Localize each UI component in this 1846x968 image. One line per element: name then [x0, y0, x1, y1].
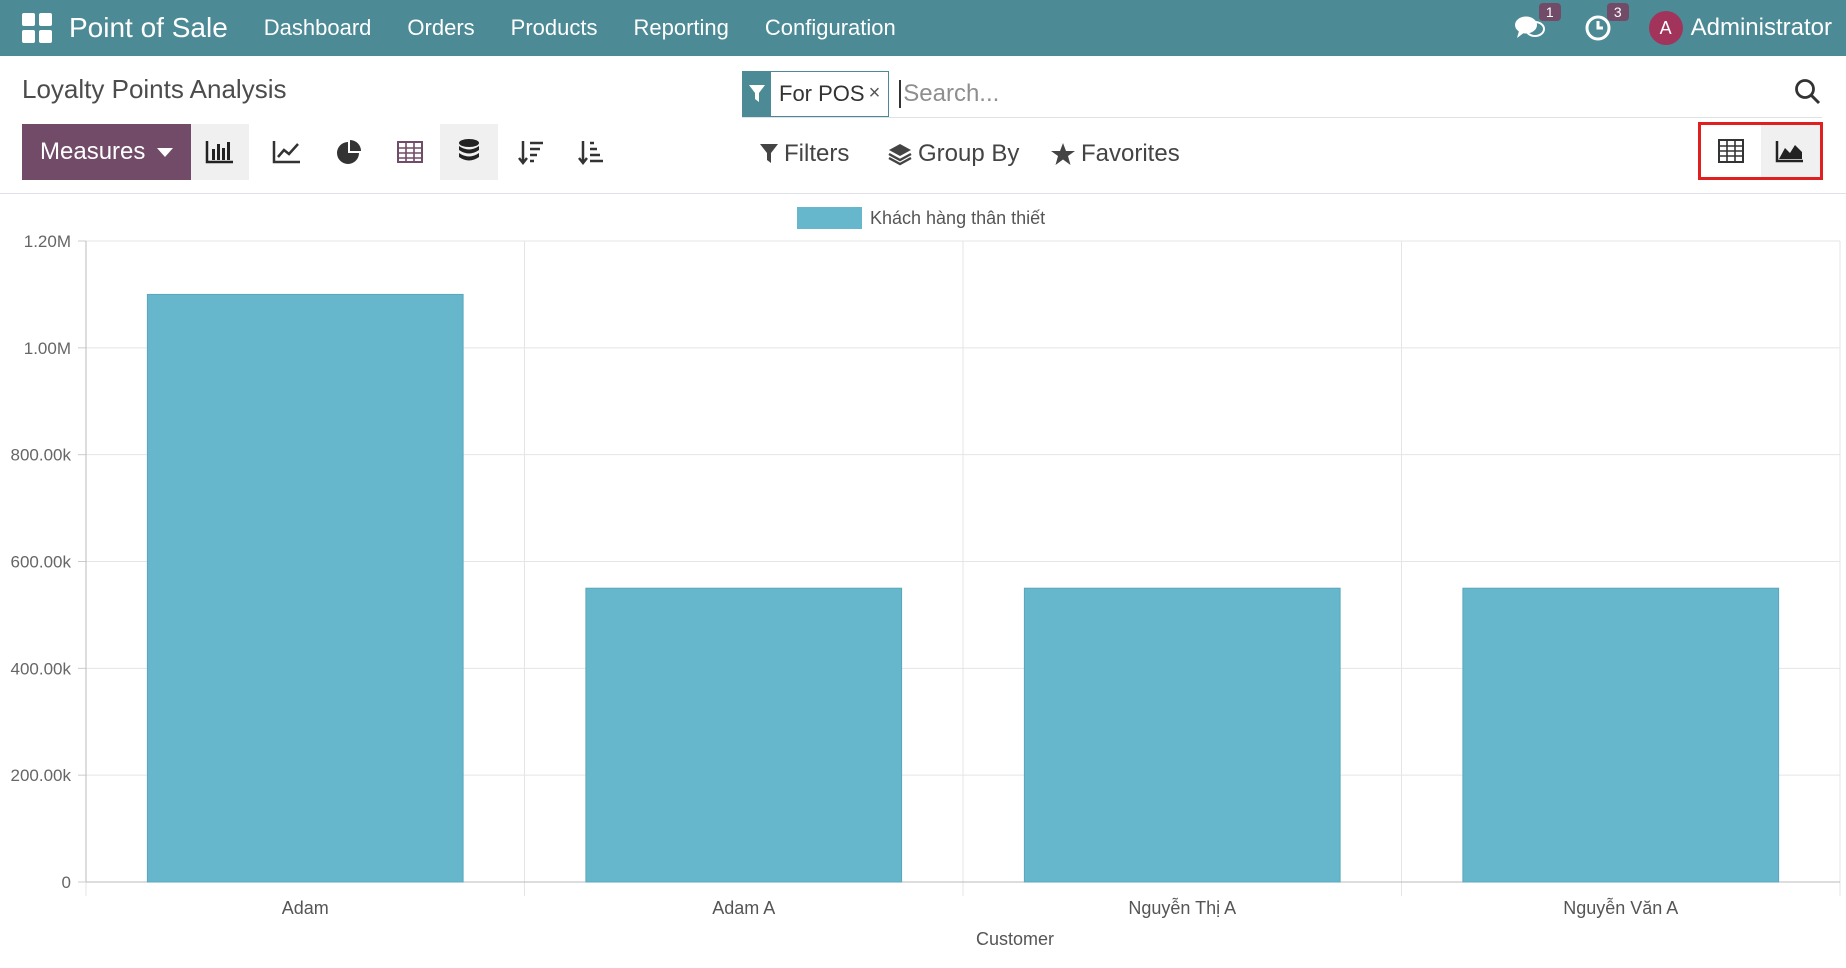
layers-icon: [888, 144, 912, 166]
bar[interactable]: [1462, 587, 1780, 883]
caret-down-icon: [157, 147, 174, 157]
top-navbar: Point of Sale Dashboard Orders Products …: [0, 0, 1846, 56]
activities-badge: 3: [1606, 3, 1629, 21]
x-axis-title: Customer: [976, 929, 1054, 949]
y-tick-label: 1.00M: [24, 339, 71, 358]
legend-swatch: [797, 207, 862, 229]
star-icon: [1051, 143, 1075, 165]
activities-button[interactable]: 3: [1581, 3, 1629, 45]
facet-value: For POS: [779, 80, 865, 106]
pivot-view-icon[interactable]: [1701, 125, 1761, 177]
filter-icon: [743, 71, 771, 116]
bar[interactable]: [146, 293, 464, 883]
pie-chart-icon[interactable]: [320, 124, 378, 180]
table-icon[interactable]: [381, 124, 439, 180]
bar-chart-icon[interactable]: [191, 124, 249, 180]
measures-label: Measures: [40, 138, 146, 165]
sort-ascending-icon[interactable]: [562, 124, 620, 180]
sort-descending-icon[interactable]: [502, 124, 560, 180]
favorites-label: Favorites: [1081, 140, 1180, 167]
nav-dashboard[interactable]: Dashboard: [264, 15, 372, 41]
nav-configuration[interactable]: Configuration: [765, 15, 896, 41]
bar[interactable]: [1023, 587, 1341, 883]
view-switcher: [1698, 122, 1823, 180]
x-tick-label: Nguyễn Văn A: [1563, 897, 1678, 918]
search-icon[interactable]: [1794, 78, 1822, 111]
funnel-icon: [760, 144, 778, 163]
bar[interactable]: [585, 587, 903, 883]
avatar[interactable]: A: [1648, 11, 1683, 45]
y-tick-label: 200.00k: [11, 766, 72, 785]
search-input[interactable]: Search...: [899, 79, 999, 108]
group-by-label: Group By: [918, 140, 1020, 167]
facet-remove-icon[interactable]: ×: [869, 82, 881, 105]
apps-menu-icon[interactable]: [22, 13, 52, 43]
group-by-button[interactable]: Group By: [888, 140, 1019, 168]
x-tick-label: Adam A: [712, 898, 775, 918]
nav-products[interactable]: Products: [511, 15, 598, 41]
y-tick-label: 0: [62, 873, 71, 892]
page-title: Loyalty Points Analysis: [22, 74, 287, 104]
line-chart-icon[interactable]: [258, 124, 316, 180]
y-tick-label: 400.00k: [11, 659, 72, 678]
chart-legend[interactable]: Khách hàng thân thiết: [797, 207, 1045, 229]
search-facet: For POS ×: [742, 70, 890, 117]
measures-button[interactable]: Measures: [22, 124, 191, 180]
y-tick-label: 600.00k: [11, 553, 72, 572]
nav-reporting[interactable]: Reporting: [634, 15, 729, 41]
favorites-button[interactable]: Favorites: [1051, 140, 1180, 168]
y-tick-label: 800.00k: [11, 446, 72, 465]
y-tick-label: 1.20M: [24, 232, 71, 251]
app-title[interactable]: Point of Sale: [69, 12, 228, 44]
x-tick-label: Nguyễn Thị A: [1128, 897, 1236, 918]
search-bar: For POS × Search...: [742, 70, 1822, 118]
graph-view-icon[interactable]: [1760, 125, 1820, 177]
graph-view: Khách hàng thân thiết 0 200.00k 400.00k 600…: [0, 195, 1846, 963]
x-tick-label: Adam: [282, 898, 329, 918]
user-menu[interactable]: Administrator: [1691, 14, 1832, 42]
filters-button[interactable]: Filters: [760, 140, 849, 168]
filters-label: Filters: [784, 140, 850, 167]
stacked-icon[interactable]: [440, 124, 498, 180]
messages-badge: 1: [1538, 3, 1561, 21]
legend-label: Khách hàng thân thiết: [870, 207, 1046, 228]
nav-orders[interactable]: Orders: [407, 15, 474, 41]
bar-chart: 0 200.00k 400.00k 600.00k 800.00k 1.00M 1.20M A…: [11, 232, 1841, 949]
control-panel: Loyalty Points Analysis For POS × Search…: [0, 56, 1846, 194]
messages-button[interactable]: 1: [1513, 3, 1561, 45]
